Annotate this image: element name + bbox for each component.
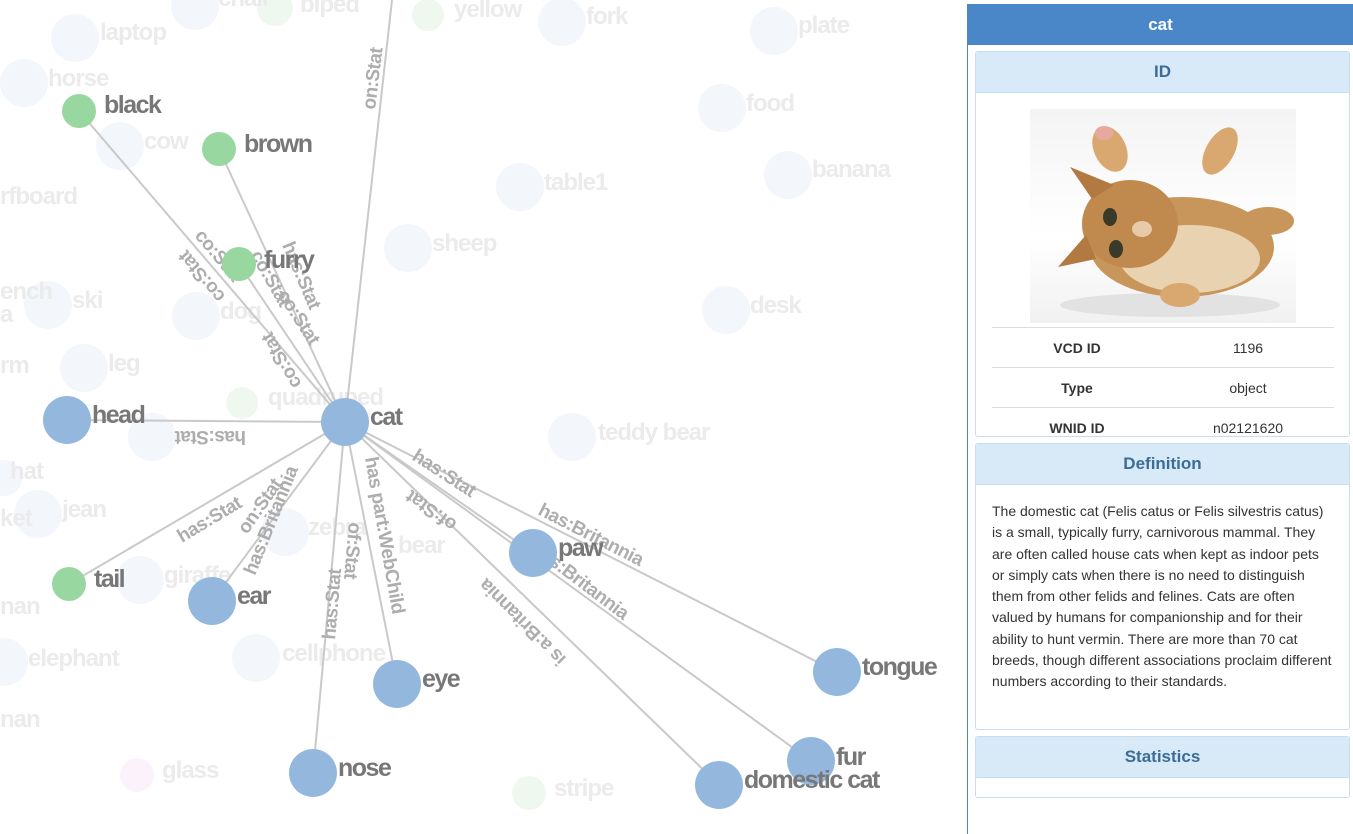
node-label-nose: nose [338, 754, 392, 782]
node-black[interactable] [62, 94, 96, 128]
faded-node-label: hat [10, 458, 44, 485]
node-label-paw: paw [558, 534, 604, 562]
node-tail[interactable] [52, 567, 86, 601]
faded-node-label: cow [144, 128, 189, 155]
table-row: VCD ID 1196 [991, 327, 1334, 368]
faded-node-label: rfboard [0, 183, 77, 210]
panel-title: cat [968, 5, 1353, 45]
definition-text: The domestic cat (Felis catus or Felis s… [992, 503, 1332, 690]
node-brown[interactable] [202, 132, 236, 166]
vcd-id-value: 1196 [1162, 327, 1334, 368]
faded-node-label: table1 [544, 169, 608, 196]
statistics-section-header[interactable]: Statistics [976, 737, 1349, 778]
node-eye[interactable] [373, 660, 421, 708]
table-row: Type object [991, 367, 1334, 408]
edge-label-has-stat: has:Stat [174, 426, 246, 447]
faded-node-label: plate [798, 12, 850, 39]
node-ear[interactable] [188, 577, 236, 625]
edge-label-on-stat: on:Stat [359, 45, 388, 110]
faded-node-label: ski [72, 287, 102, 314]
faded-node-label: ket [0, 505, 33, 532]
edge-label-is-a-britannia: is a:Britannia [475, 574, 571, 670]
cat-photo-drawing [1057, 126, 1294, 317]
id-info-table: VCD ID 1196 Type object WNID ID n0212162… [991, 327, 1334, 447]
node-domestic-cat[interactable] [695, 761, 743, 809]
node-paw[interactable] [509, 529, 557, 577]
faded-node-label: jean [61, 496, 106, 523]
faded-node-label: biped [300, 0, 359, 18]
type-value: object [1162, 367, 1334, 408]
node-label-ear: ear [237, 582, 272, 610]
faded-node-label: a [0, 301, 14, 328]
faded-node-label: leg [108, 350, 140, 377]
faded-node-label: stripe [554, 775, 614, 802]
faded-node-label: fork [586, 3, 629, 30]
faded-node-label: dog [220, 298, 261, 325]
faded-node-label: nan [0, 593, 40, 620]
node-label-black: black [104, 91, 162, 119]
faded-node-label: food [746, 90, 794, 117]
faded-node-label: banana [812, 156, 892, 183]
faded-node-label: sheep [432, 230, 497, 257]
faded-node-label: horse [48, 65, 109, 92]
faded-node-label: rm [0, 352, 29, 379]
type-key: Type [991, 367, 1163, 408]
node-nose[interactable] [289, 749, 337, 797]
node-label-furry: furry [264, 246, 315, 274]
wnid-id-value: n02121620 [1162, 407, 1334, 447]
faded-node-label: nan [0, 706, 40, 733]
node-label-domestic-cat: domestic cat [744, 766, 881, 794]
edge-label-of-stat: of:Stat [401, 485, 460, 535]
wnid-id-key: WNID ID [991, 407, 1163, 447]
faded-node-label: elephant [28, 645, 120, 672]
vcd-id-key: VCD ID [991, 327, 1163, 368]
node-label-tongue: tongue [862, 653, 938, 681]
faded-node-label: glass [162, 757, 219, 784]
faded-node-label: laptop [100, 19, 166, 46]
cat-photo [1029, 109, 1296, 323]
node-label-eye: eye [422, 665, 461, 693]
faded-node-label: cellphone [282, 640, 386, 667]
detail-panel: cat ID VCD ID 1196 Type object WNID ID n… [967, 4, 1353, 834]
node-tongue[interactable] [813, 648, 861, 696]
node-cat[interactable] [321, 398, 369, 446]
definition-section: Definition The domestic cat (Felis catus… [975, 443, 1350, 730]
faded-node-label: bear [398, 532, 445, 559]
statistics-section: Statistics [975, 736, 1350, 798]
knowledge-graph[interactable]: laptop chair biped yellow fork plate horse food… [0, 0, 960, 830]
node-label-head: head [92, 401, 145, 429]
node-furry[interactable] [222, 247, 256, 281]
faded-node-label: chair [218, 0, 271, 12]
node-head[interactable] [43, 396, 91, 444]
node-label-tail: tail [94, 565, 125, 593]
faded-node-label: desk [750, 292, 802, 319]
edge-label-has-stat: has:Stat [319, 567, 346, 641]
faded-node-label: teddy bear [598, 419, 710, 446]
id-section-header[interactable]: ID [976, 52, 1349, 93]
id-section: ID VCD ID 1196 Type object WNID ID n0212… [975, 51, 1350, 447]
node-label-cat: cat [370, 403, 404, 431]
faded-node-label: yellow [454, 0, 523, 23]
node-label-brown: brown [244, 130, 312, 158]
table-row: WNID ID n02121620 [991, 407, 1334, 447]
definition-section-header[interactable]: Definition [976, 444, 1349, 485]
